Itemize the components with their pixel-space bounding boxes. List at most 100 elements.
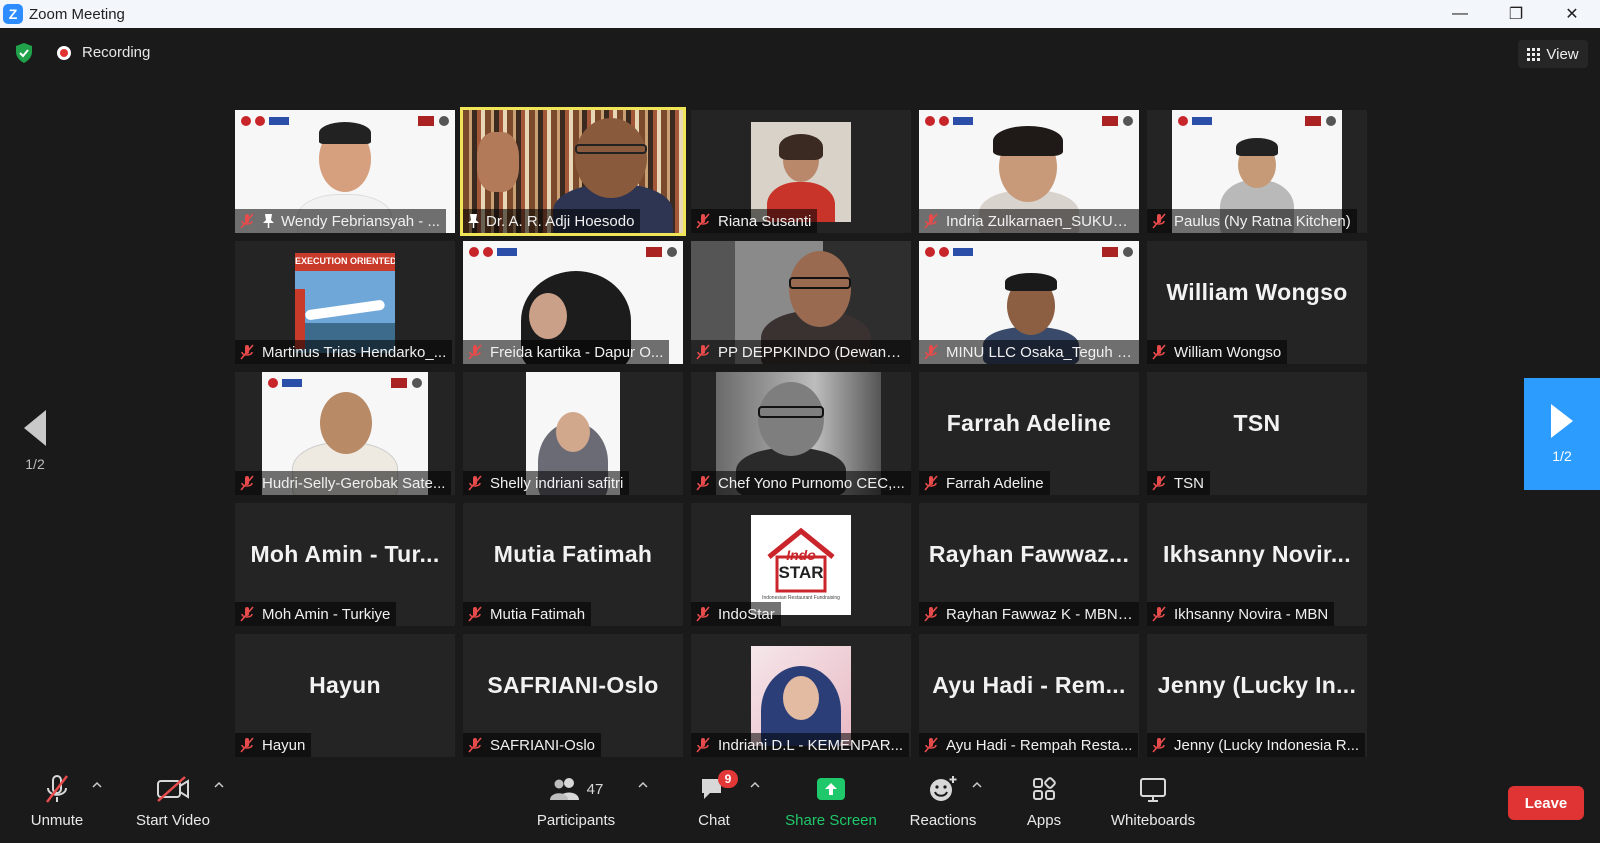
mic-muted-icon (924, 475, 938, 491)
participant-name: TSN (1174, 474, 1204, 492)
participant-name: Hayun (262, 736, 306, 754)
minimize-button[interactable]: — (1432, 0, 1488, 28)
participant-tile[interactable]: Ikhsanny Novir... Ikhsanny Novira - MBN (1147, 503, 1367, 626)
chevron-right-icon (1551, 404, 1573, 438)
participant-nameplate: Ayu Hadi - Rempah Resta... (919, 733, 1139, 757)
reactions-options-chevron-up-icon[interactable] (972, 780, 982, 790)
participant-video (751, 122, 851, 222)
mic-muted-icon (240, 344, 254, 360)
participant-video: EXECUTION ORIENTED (295, 253, 395, 353)
participant-name: William Wongso (1174, 343, 1282, 361)
participant-name: Farrah Adeline (946, 474, 1044, 492)
participant-nameplate: Farrah Adeline (919, 471, 1050, 495)
participant-tile[interactable]: Farrah Adeline Farrah Adeline (919, 372, 1139, 495)
participant-tile[interactable]: Rayhan Fawwaz... Rayhan Fawwaz K - MBN .… (919, 503, 1139, 626)
meeting-topbar: Recording View (0, 28, 1600, 80)
share-screen-button[interactable]: Share Screen (785, 770, 877, 836)
participant-name: Rayhan Fawwaz K - MBN ... (946, 605, 1133, 623)
meeting-toolbar: Unmute Start Video 47 Participants 9 Cha… (0, 766, 1600, 843)
chat-button[interactable]: 9 Chat (694, 770, 738, 836)
whiteboards-button[interactable]: Whiteboards (1108, 770, 1198, 836)
participant-tile[interactable]: Shelly indriani safitri (463, 372, 683, 495)
participant-tile[interactable]: Freida kartika - Dapur O... (463, 241, 683, 364)
participant-name: Shelly indriani safitri (490, 474, 624, 492)
unmute-button[interactable]: Unmute (24, 770, 90, 836)
participant-name: Paulus (Ny Ratna Kitchen) (1174, 212, 1351, 230)
participant-name: Chef Yono Purnomo CEC,... (718, 474, 905, 492)
participant-tile[interactable]: Indria Zulkarnaen_SUKU_... (919, 110, 1139, 233)
participants-options-chevron-up-icon[interactable] (638, 780, 648, 790)
participant-tile[interactable]: SAFRIANI-Oslo SAFRIANI-Oslo (463, 634, 683, 757)
security-shield-icon[interactable] (14, 42, 34, 64)
participant-tile[interactable]: Hayun Hayun (235, 634, 455, 757)
start-video-button[interactable]: Start Video (130, 770, 216, 836)
participant-tile-active-speaker[interactable]: Dr. A. R. Adji Hoesodo (460, 107, 686, 236)
participant-nameplate: Freida kartika - Dapur O... (463, 340, 670, 364)
participant-nameplate: Ikhsanny Novira - MBN (1147, 602, 1335, 626)
participant-name: Riana Susanti (718, 212, 812, 230)
participant-tile[interactable]: Mutia Fatimah Mutia Fatimah (463, 503, 683, 626)
participant-nameplate: Hudri-Selly-Gerobak Sate... (235, 471, 452, 495)
participant-tile[interactable]: Jenny (Lucky In... Jenny (Lucky Indonesi… (1147, 634, 1367, 757)
participant-nameplate: Jenny (Lucky Indonesia R... (1147, 733, 1366, 757)
participant-tile[interactable]: PP DEPPKINDO (Dewan P... (691, 241, 911, 364)
apps-button[interactable]: Apps (1022, 770, 1066, 836)
whiteboards-label: Whiteboards (1110, 812, 1196, 829)
video-gallery: Wendy Febriansyah - ... Dr. A. R. Adji H… (235, 107, 1367, 760)
participant-tile[interactable]: Wendy Febriansyah - ... (235, 110, 455, 233)
zoom-logo-icon: Z (3, 4, 23, 24)
participant-tile[interactable]: Riana Susanti (691, 110, 911, 233)
share-screen-label: Share Screen (785, 812, 877, 829)
reactions-button[interactable]: Reactions (907, 770, 979, 836)
mic-muted-icon (240, 737, 254, 753)
next-page-button[interactable]: 1/2 (1524, 378, 1600, 490)
participant-display-name: William Wongso (1166, 279, 1348, 305)
leave-meeting-button[interactable]: Leave (1508, 786, 1584, 820)
mic-muted-icon (1152, 737, 1166, 753)
chat-options-chevron-up-icon[interactable] (750, 780, 760, 790)
participant-tile[interactable]: William Wongso William Wongso (1147, 241, 1367, 364)
participant-tile[interactable]: Indriani D.L - KEMENPAR... (691, 634, 911, 757)
mic-muted-icon (924, 344, 938, 360)
recording-label[interactable]: Recording (82, 44, 150, 61)
participants-button[interactable]: 47 Participants (534, 770, 618, 836)
indostar-logo-top: Indo (786, 547, 816, 563)
participant-nameplate: Paulus (Ny Ratna Kitchen) (1147, 209, 1357, 233)
close-button[interactable]: ✕ (1544, 0, 1600, 28)
view-button[interactable]: View (1518, 40, 1588, 68)
mic-muted-icon (1152, 475, 1166, 491)
participant-tile[interactable]: MINU LLC Osaka_Teguh S... (919, 241, 1139, 364)
participant-name: Martinus Trias Hendarko_... (262, 343, 447, 361)
mic-muted-icon (468, 737, 482, 753)
mic-muted-icon (240, 213, 254, 229)
restore-button[interactable]: ❐ (1488, 0, 1544, 28)
previous-page-label: 1/2 (25, 456, 45, 472)
unmute-label: Unmute (30, 812, 84, 829)
participant-name: Moh Amin - Turkiye (262, 605, 391, 623)
participant-name: Mutia Fatimah (490, 605, 586, 623)
chat-label: Chat (698, 812, 730, 829)
previous-page-button[interactable]: 1/2 (20, 410, 50, 485)
participant-tile[interactable]: Indo STAR Indonesian Restaurant Fundrais… (691, 503, 911, 626)
whiteboard-icon (1140, 778, 1166, 802)
participant-tile[interactable]: Ayu Hadi - Rem... Ayu Hadi - Rempah Rest… (919, 634, 1139, 757)
audio-options-chevron-up-icon[interactable] (92, 780, 102, 790)
participant-nameplate: Indria Zulkarnaen_SUKU_... (919, 209, 1139, 233)
participant-tile[interactable]: Chef Yono Purnomo CEC,... (691, 372, 911, 495)
participant-name: Indriani D.L - KEMENPAR... (718, 736, 904, 754)
mic-muted-icon (468, 475, 482, 491)
mic-muted-icon (696, 344, 710, 360)
participant-name: Jenny (Lucky Indonesia R... (1174, 736, 1360, 754)
participant-tile[interactable]: EXECUTION ORIENTED Martinus Trias Hendar… (235, 241, 455, 364)
grid-view-icon (1527, 47, 1541, 61)
participant-tile[interactable]: Moh Amin - Tur... Moh Amin - Turkiye (235, 503, 455, 626)
zoom-meeting-window: Z Zoom Meeting — ❐ ✕ Recording View 1/2 … (0, 0, 1600, 843)
chevron-left-icon (24, 410, 46, 446)
participant-nameplate: Riana Susanti (691, 209, 818, 233)
participant-tile[interactable]: Paulus (Ny Ratna Kitchen) (1147, 110, 1367, 233)
participant-tile[interactable]: Hudri-Selly-Gerobak Sate... (235, 372, 455, 495)
video-options-chevron-up-icon[interactable] (214, 780, 224, 790)
participant-nameplate: Dr. A. R. Adji Hoesodo (463, 209, 641, 233)
participant-tile[interactable]: TSN TSN (1147, 372, 1367, 495)
mic-muted-icon (1152, 606, 1166, 622)
